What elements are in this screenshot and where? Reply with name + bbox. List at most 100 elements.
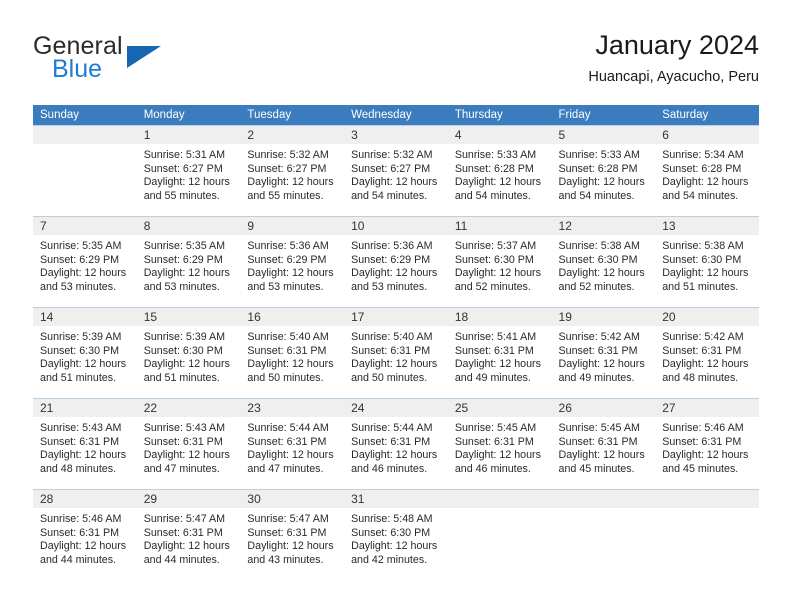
day-sun-info: Sunrise: 5:46 AM Sunset: 6:31 PM Daylight:…	[655, 417, 759, 476]
calendar-day-cell[interactable]: 21 Sunrise: 5:43 AM Sunset: 6:31 PM Dayligh…	[33, 398, 137, 490]
day-number: 5	[551, 126, 656, 144]
calendar-day-cell[interactable]: 11 Sunrise: 5:37 AM Sunset: 6:30 PM Dayligh…	[447, 216, 552, 308]
daylight-text-line2: and 53 minutes.	[143, 280, 220, 293]
calendar-cell-empty	[655, 489, 759, 580]
sunrise-text: Sunrise: 5:38 AM	[558, 240, 640, 252]
calendar-week-row: 28 Sunrise: 5:46 AM Sunset: 6:31 PM Dayligh…	[33, 489, 759, 580]
calendar-day-cell[interactable]: 27 Sunrise: 5:46 AM Sunset: 6:31 PM Dayligh…	[655, 398, 759, 490]
weekday-header-wednesday: Wednesday	[344, 105, 448, 126]
calendar-day-cell[interactable]: 24 Sunrise: 5:44 AM Sunset: 6:31 PM Dayligh…	[344, 398, 448, 490]
day-sun-info: Sunrise: 5:43 AM Sunset: 6:31 PM Daylight:…	[33, 417, 137, 476]
calendar-cell-inner: 6 Sunrise: 5:34 AM Sunset: 6:28 PM Daylight…	[655, 126, 759, 216]
page-header: General Blue January 2024 Huancapi, Ayac…	[33, 28, 759, 98]
calendar-day-cell[interactable]: 3 Sunrise: 5:32 AM Sunset: 6:27 PM Daylight…	[344, 125, 448, 217]
calendar-day-cell[interactable]: 19 Sunrise: 5:42 AM Sunset: 6:31 PM Dayligh…	[551, 307, 656, 399]
calendar-cell-inner: 13 Sunrise: 5:38 AM Sunset: 6:30 PM Dayligh…	[655, 217, 759, 307]
daylight-text-line2: and 42 minutes.	[351, 553, 428, 566]
calendar-day-cell[interactable]: 10 Sunrise: 5:36 AM Sunset: 6:29 PM Dayligh…	[344, 216, 448, 308]
sunset-text: Sunset: 6:27 PM	[247, 162, 327, 175]
calendar-cell-inner	[655, 490, 759, 580]
calendar-day-cell[interactable]: 18 Sunrise: 5:41 AM Sunset: 6:31 PM Dayligh…	[447, 307, 552, 399]
daylight-text-line1: Daylight: 12 hours	[247, 358, 334, 371]
calendar-cell-inner: 26 Sunrise: 5:45 AM Sunset: 6:31 PM Dayligh…	[551, 399, 656, 489]
calendar-cell-inner: 16 Sunrise: 5:40 AM Sunset: 6:31 PM Dayligh…	[240, 308, 345, 398]
calendar-cell-inner: 21 Sunrise: 5:43 AM Sunset: 6:31 PM Dayligh…	[33, 399, 137, 489]
calendar-day-cell[interactable]: 6 Sunrise: 5:34 AM Sunset: 6:28 PM Daylight…	[655, 125, 759, 217]
daylight-text-line1: Daylight: 12 hours	[351, 358, 438, 371]
day-sun-info: Sunrise: 5:43 AM Sunset: 6:31 PM Daylight:…	[137, 417, 241, 476]
day-number	[551, 490, 656, 508]
day-number: 1	[136, 126, 241, 144]
daylight-text-line1: Daylight: 12 hours	[143, 267, 230, 280]
calendar-day-cell[interactable]: 4 Sunrise: 5:33 AM Sunset: 6:28 PM Daylight…	[447, 125, 552, 217]
daylight-text-line2: and 43 minutes.	[247, 553, 324, 566]
calendar-day-cell[interactable]: 7 Sunrise: 5:35 AM Sunset: 6:29 PM Daylight…	[33, 216, 137, 308]
daylight-text-line1: Daylight: 12 hours	[40, 449, 127, 462]
daylight-text-line1: Daylight: 12 hours	[558, 176, 645, 189]
calendar-day-cell[interactable]: 16 Sunrise: 5:40 AM Sunset: 6:31 PM Dayligh…	[240, 307, 345, 399]
calendar-cell-inner: 9 Sunrise: 5:36 AM Sunset: 6:29 PM Daylight…	[240, 217, 345, 307]
sunrise-text: Sunrise: 5:48 AM	[351, 513, 433, 525]
daylight-text-line1: Daylight: 12 hours	[40, 540, 127, 553]
calendar-day-cell[interactable]: 2 Sunrise: 5:32 AM Sunset: 6:27 PM Daylight…	[240, 125, 345, 217]
day-number: 9	[240, 217, 345, 235]
calendar-cell-empty	[33, 125, 137, 217]
sunrise-text: Sunrise: 5:40 AM	[247, 331, 329, 343]
calendar-day-cell[interactable]: 31 Sunrise: 5:48 AM Sunset: 6:30 PM Dayligh…	[344, 489, 448, 580]
calendar-cell-inner: 30 Sunrise: 5:47 AM Sunset: 6:31 PM Dayligh…	[240, 490, 345, 580]
calendar-day-cell[interactable]: 14 Sunrise: 5:39 AM Sunset: 6:30 PM Dayligh…	[33, 307, 137, 399]
sunset-text: Sunset: 6:31 PM	[143, 435, 223, 448]
sunrise-text: Sunrise: 5:39 AM	[40, 331, 122, 343]
calendar-day-cell[interactable]: 23 Sunrise: 5:44 AM Sunset: 6:31 PM Dayligh…	[240, 398, 345, 490]
sunset-text: Sunset: 6:31 PM	[351, 344, 431, 357]
daylight-text-line1: Daylight: 12 hours	[351, 540, 438, 553]
location-subtitle: Huancapi, Ayacucho, Peru	[588, 69, 759, 85]
sunrise-text: Sunrise: 5:45 AM	[558, 422, 640, 434]
calendar-day-cell[interactable]: 20 Sunrise: 5:42 AM Sunset: 6:31 PM Dayligh…	[655, 307, 759, 399]
calendar-day-cell[interactable]: 17 Sunrise: 5:40 AM Sunset: 6:31 PM Dayligh…	[344, 307, 448, 399]
calendar-header-row: Sunday Monday Tuesday Wednesday Thursday…	[33, 105, 759, 126]
day-sun-info: Sunrise: 5:46 AM Sunset: 6:31 PM Daylight:…	[33, 508, 137, 567]
calendar-day-cell[interactable]: 29 Sunrise: 5:47 AM Sunset: 6:31 PM Dayligh…	[136, 489, 241, 580]
sunrise-text: Sunrise: 5:36 AM	[351, 240, 433, 252]
day-number	[33, 126, 137, 144]
general-blue-logo[interactable]: General Blue	[33, 32, 233, 94]
day-sun-info: Sunrise: 5:38 AM Sunset: 6:30 PM Daylight:…	[552, 235, 656, 294]
sunset-text: Sunset: 6:31 PM	[40, 435, 120, 448]
sunset-text: Sunset: 6:29 PM	[40, 253, 120, 266]
day-sun-info: Sunrise: 5:32 AM Sunset: 6:27 PM Daylight:…	[344, 144, 448, 203]
day-sun-info: Sunrise: 5:35 AM Sunset: 6:29 PM Daylight:…	[137, 235, 241, 294]
calendar-day-cell[interactable]: 30 Sunrise: 5:47 AM Sunset: 6:31 PM Dayligh…	[240, 489, 345, 580]
sunrise-text: Sunrise: 5:35 AM	[143, 240, 226, 252]
day-sun-info: Sunrise: 5:42 AM Sunset: 6:31 PM Daylight:…	[552, 326, 656, 385]
weekday-header-thursday: Thursday	[447, 105, 552, 126]
day-sun-info: Sunrise: 5:47 AM Sunset: 6:31 PM Daylight:…	[240, 508, 344, 567]
sunset-text: Sunset: 6:28 PM	[558, 162, 638, 175]
calendar-day-cell[interactable]: 22 Sunrise: 5:43 AM Sunset: 6:31 PM Dayligh…	[136, 398, 241, 490]
day-number: 7	[33, 217, 137, 235]
calendar-day-cell[interactable]: 25 Sunrise: 5:45 AM Sunset: 6:31 PM Dayligh…	[447, 398, 552, 490]
calendar-cell-inner: 7 Sunrise: 5:35 AM Sunset: 6:29 PM Daylight…	[33, 217, 137, 307]
daylight-text-line2: and 48 minutes.	[662, 371, 739, 384]
calendar-day-cell[interactable]: 26 Sunrise: 5:45 AM Sunset: 6:31 PM Dayligh…	[551, 398, 656, 490]
calendar-cell-inner: 1 Sunrise: 5:31 AM Sunset: 6:27 PM Daylight…	[136, 126, 241, 216]
daylight-text-line1: Daylight: 12 hours	[247, 176, 334, 189]
sunset-text: Sunset: 6:31 PM	[143, 526, 223, 539]
calendar-day-cell[interactable]: 28 Sunrise: 5:46 AM Sunset: 6:31 PM Dayligh…	[33, 489, 137, 580]
calendar-day-cell[interactable]: 8 Sunrise: 5:35 AM Sunset: 6:29 PM Daylight…	[136, 216, 241, 308]
calendar-day-cell[interactable]: 12 Sunrise: 5:38 AM Sunset: 6:30 PM Dayligh…	[551, 216, 656, 308]
daylight-text-line2: and 51 minutes.	[662, 280, 739, 293]
day-number: 4	[447, 126, 552, 144]
calendar-day-cell[interactable]: 13 Sunrise: 5:38 AM Sunset: 6:30 PM Dayligh…	[655, 216, 759, 308]
daylight-text-line1: Daylight: 12 hours	[454, 449, 541, 462]
day-number: 13	[655, 217, 759, 235]
sunrise-text: Sunrise: 5:46 AM	[662, 422, 744, 434]
daylight-text-line2: and 44 minutes.	[40, 553, 117, 566]
calendar-day-cell[interactable]: 5 Sunrise: 5:33 AM Sunset: 6:28 PM Daylight…	[551, 125, 656, 217]
calendar-day-cell[interactable]: 9 Sunrise: 5:36 AM Sunset: 6:29 PM Daylight…	[240, 216, 345, 308]
calendar-day-cell[interactable]: 1 Sunrise: 5:31 AM Sunset: 6:27 PM Daylight…	[136, 125, 241, 217]
calendar-cell-empty	[551, 489, 656, 580]
daylight-text-line1: Daylight: 12 hours	[40, 267, 127, 280]
day-sun-info: Sunrise: 5:40 AM Sunset: 6:31 PM Daylight:…	[344, 326, 448, 385]
calendar-day-cell[interactable]: 15 Sunrise: 5:39 AM Sunset: 6:30 PM Dayligh…	[136, 307, 241, 399]
